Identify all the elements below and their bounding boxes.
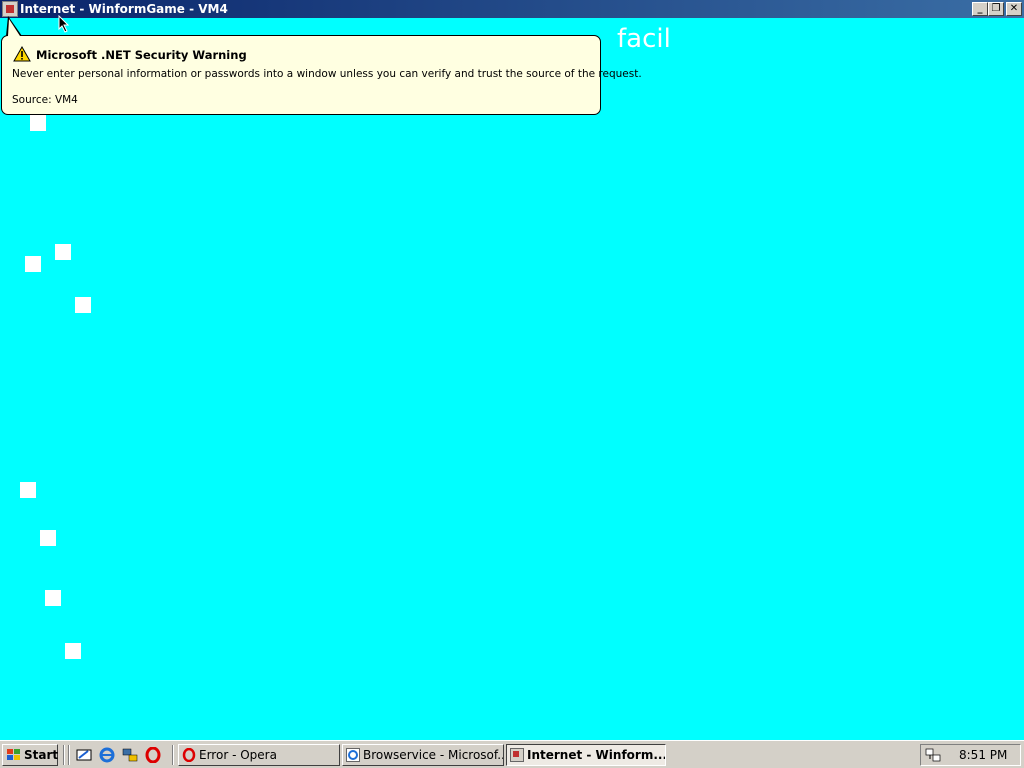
restore-button[interactable]: ❐ xyxy=(988,2,1004,16)
game-canvas[interactable]: facil xyxy=(0,18,1024,740)
network-status-icon[interactable] xyxy=(925,747,941,763)
taskbar-item-label: Internet - Winform... xyxy=(527,748,666,762)
internet-explorer-icon[interactable] xyxy=(99,747,115,763)
warning-icon xyxy=(13,46,31,62)
balloon-tail-fill xyxy=(8,19,20,36)
taskbar-divider xyxy=(63,745,65,765)
opera-icon xyxy=(182,748,196,762)
security-warning-balloon[interactable]: Microsoft .NET Security Warning Never en… xyxy=(1,35,642,115)
start-label: Start xyxy=(24,748,59,762)
internet-explorer-icon xyxy=(346,748,360,762)
taskbar-item-label: Browservice - Microsof... xyxy=(363,748,504,762)
mouse-cursor-icon xyxy=(58,15,70,33)
game-banner-text: facil xyxy=(617,24,671,54)
system-tray: 8:51 PM xyxy=(920,744,1021,766)
game-square xyxy=(30,115,46,131)
taskbar-item-opera[interactable]: Error - Opera xyxy=(178,744,340,766)
taskbar-item-label: Error - Opera xyxy=(199,748,277,762)
app-window-icon[interactable] xyxy=(2,1,18,17)
taskbar-divider xyxy=(172,745,174,765)
balloon-source: Source: VM4 xyxy=(12,94,78,106)
network-icon[interactable] xyxy=(122,747,138,763)
taskbar: Start Error - Opera Browservice - Micros… xyxy=(0,740,1024,768)
game-square xyxy=(40,530,56,546)
game-square xyxy=(20,482,36,498)
taskbar-item-winformgame[interactable]: Internet - Winform... xyxy=(506,744,666,766)
game-square xyxy=(45,590,61,606)
close-button[interactable]: ✕ xyxy=(1006,2,1022,16)
game-square xyxy=(25,256,41,272)
taskbar-item-browservice[interactable]: Browservice - Microsof... xyxy=(342,744,504,766)
taskbar-divider xyxy=(68,745,70,765)
balloon-title: Microsoft .NET Security Warning xyxy=(36,48,247,62)
game-square xyxy=(55,244,71,260)
window-title: Internet - WinformGame - VM4 xyxy=(20,2,228,16)
taskbar-clock[interactable]: 8:51 PM xyxy=(959,745,1007,765)
windows-logo-icon xyxy=(7,749,20,760)
opera-icon[interactable] xyxy=(145,747,161,763)
balloon-message: Never enter personal information or pass… xyxy=(12,68,642,80)
minimize-button[interactable]: _ xyxy=(972,2,988,16)
game-square xyxy=(65,643,81,659)
window-titlebar[interactable]: Internet - WinformGame - VM4 _ ❐ ✕ xyxy=(0,0,1024,18)
app-window-icon xyxy=(510,748,524,762)
show-desktop-icon[interactable] xyxy=(76,747,92,763)
game-square xyxy=(75,297,91,313)
start-button[interactable]: Start xyxy=(2,744,58,766)
